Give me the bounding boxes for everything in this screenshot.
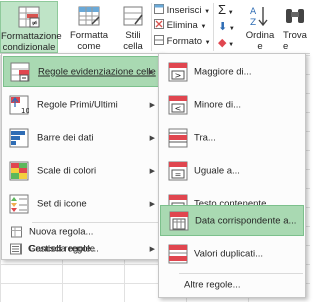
insert-icon <box>154 4 164 14</box>
format-button[interactable]: Formato ▼ <box>154 35 211 49</box>
cell-styles-icon <box>123 6 143 26</box>
chevron-down-icon: ▼ <box>204 9 211 15</box>
format-table-icon <box>78 6 100 26</box>
format-table-label-1: Formatta come <box>69 30 108 52</box>
chevron-right-icon: ▶ <box>149 167 155 175</box>
find-select-button[interactable]: Trova e selezion <box>280 1 310 53</box>
svg-text:≠: ≠ <box>31 19 38 28</box>
menu-separator <box>32 222 160 223</box>
chevron-right-icon: ▶ <box>148 68 154 76</box>
submenu-item-label: Valori duplicati... <box>194 248 263 259</box>
chevron-right-icon: ▶ <box>149 200 155 208</box>
menu-item-manage-rules-row[interactable]: Gestisci regole... <box>2 241 156 257</box>
submenu-item-between[interactable]: Tra... <box>160 122 304 153</box>
menu-item-top-bottom-rules[interactable]: 10 Regole Primi/Ultimi ▶ <box>3 89 161 120</box>
menu-item-label: Set di icone <box>37 198 87 209</box>
submenu-item-label: Minore di... <box>194 99 241 110</box>
menu-item-icon-sets[interactable]: Set di icone ▶ <box>3 188 161 219</box>
highlight-cell-rules-submenu: > Maggiore di... < Minore di... Tra... =… <box>158 53 306 298</box>
svg-text:Z: Z <box>250 18 256 28</box>
svg-text:=: = <box>175 170 182 179</box>
delete-icon <box>154 19 164 29</box>
delete-label: Elimina <box>166 20 198 31</box>
chevron-down-icon: ▼ <box>204 40 211 46</box>
highlight-cells-icon <box>10 62 30 81</box>
format-icon <box>154 35 164 45</box>
conditional-formatting-label-2: condizionale <box>2 42 56 53</box>
manage-rules-icon <box>10 243 21 255</box>
sort-filter-label-1: Ordina e <box>245 30 275 52</box>
chevron-down-icon: ▼ <box>226 10 234 16</box>
submenu-item-more-rules[interactable]: Altre regole... <box>160 277 304 293</box>
clear-button[interactable]: ◆ ▼ <box>218 36 234 50</box>
format-label: Formato <box>166 36 203 47</box>
color-scales-icon <box>9 161 29 180</box>
find-select-label-1: Trova e <box>283 30 307 52</box>
sort-filter-button[interactable]: A Z Ordina e filtra <box>242 1 278 63</box>
submenu-item-label: Uguale a... <box>194 165 240 176</box>
svg-text:10: 10 <box>21 107 29 115</box>
fill-down-icon: ⬇ <box>218 21 228 33</box>
data-bars-icon <box>9 128 29 147</box>
menu-item-label: Barre dei dati <box>37 132 94 143</box>
chevron-down-icon: ▼ <box>200 24 207 30</box>
top-bottom-icon: 10 <box>9 95 29 115</box>
submenu-item-less-than[interactable]: < Minore di... <box>160 89 304 120</box>
conditional-formatting-button[interactable]: ≠ Formattazione condizionale <box>0 1 62 53</box>
menu-item-label: Regole Primi/Ultimi <box>37 99 118 110</box>
new-rule-icon <box>11 226 22 238</box>
insert-label: Inserisci <box>166 5 202 16</box>
duplicate-values-icon <box>168 244 188 263</box>
submenu-item-label: Maggiore di... <box>194 66 252 77</box>
submenu-item-equal-to[interactable]: = Uguale a... <box>160 155 304 186</box>
menu-item-label: Scale di colori <box>37 165 97 176</box>
ribbon: ≠ Formattazione condizionale Formatta co… <box>0 0 310 63</box>
svg-text:A: A <box>250 7 257 17</box>
submenu-item-label: Tra... <box>194 132 216 143</box>
sort-filter-icon: A Z <box>250 7 268 28</box>
conditional-formatting-label-1: Formattazione <box>1 31 62 42</box>
menu-separator <box>179 273 303 274</box>
submenu-item-duplicate-values[interactable]: Valori duplicati... <box>160 238 304 269</box>
between-icon <box>168 128 188 147</box>
chevron-down-icon: ▼ <box>227 26 235 32</box>
less-than-icon: < <box>168 95 188 114</box>
menu-item-label: Regole evidenziazione celle <box>38 66 156 77</box>
menu-item-highlight-cell-rules[interactable]: Regole evidenziazione celle ▶ <box>3 56 161 87</box>
cell-styles-label-1: Stili <box>125 30 141 41</box>
svg-text:<: < <box>175 104 182 113</box>
menu-item-color-scales[interactable]: Scale di colori ▶ <box>3 155 161 186</box>
ribbon-separator <box>213 3 214 51</box>
sigma-icon: Σ <box>218 2 227 17</box>
autosum-button[interactable]: Σ ▼ <box>218 3 234 17</box>
delete-button[interactable]: Elimina ▼ <box>154 19 206 33</box>
submenu-item-label: Altre regole... <box>184 279 241 291</box>
cell-styles-label-2: cella <box>123 41 143 52</box>
chevron-right-icon: ▶ <box>149 101 155 109</box>
submenu-item-greater-than[interactable]: > Maggiore di... <box>160 56 304 87</box>
submenu-item-label: Data corrispondente a... <box>195 215 297 226</box>
fill-button[interactable]: ⬇ ▼ <box>218 20 235 34</box>
menu-item-data-bars[interactable]: Barre dei dati ▶ <box>3 122 161 153</box>
submenu-item-date-occurring[interactable]: Data corrispondente a... <box>160 205 304 236</box>
ribbon-separator <box>151 3 152 51</box>
greater-than-icon: > <box>168 62 188 81</box>
menu-item-label: Nuova regola... <box>29 226 94 238</box>
chevron-down-icon: ▼ <box>226 42 235 48</box>
menu-item-new-rule[interactable]: Nuova regola... <box>3 224 161 240</box>
menu-item-text: Regole evidenziazione celle <box>38 66 156 77</box>
svg-text:>: > <box>175 71 182 80</box>
menu-item-label: Gestisci regole... <box>28 243 99 255</box>
chevron-right-icon: ▶ <box>149 134 155 142</box>
insert-button[interactable]: Inserisci ▼ <box>154 4 210 18</box>
conditional-formatting-icon: ≠ <box>18 6 40 28</box>
conditional-formatting-menu: Regole evidenziazione celle ▶ 10 Regole … <box>1 53 163 260</box>
equal-to-icon: = <box>168 161 188 180</box>
cell-styles-button[interactable]: Stili cella <box>118 1 148 53</box>
icon-sets-icon <box>9 194 29 213</box>
calendar-icon <box>169 211 189 230</box>
binoculars-icon <box>286 9 304 23</box>
format-as-table-button[interactable]: Formatta come tabella <box>60 1 118 63</box>
